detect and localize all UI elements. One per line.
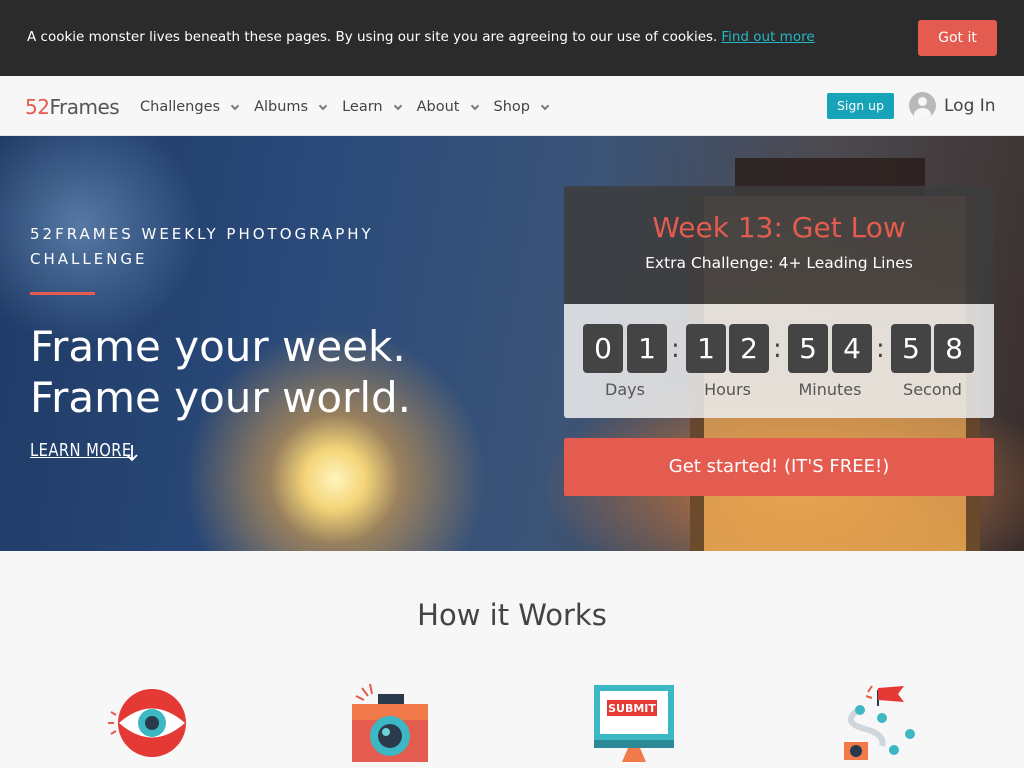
countdown-label-hours: Hours — [704, 380, 751, 399]
countdown-separator: : — [876, 334, 885, 364]
countdown-separator: : — [671, 334, 680, 364]
nav-item-about[interactable]: About — [416, 99, 479, 115]
submit-screen-icon: SUBMIT — [594, 685, 674, 762]
nav-item-label: Shop — [493, 99, 530, 115]
countdown-label-seconds: Second — [903, 380, 962, 399]
countdown-digit: 0 — [583, 324, 623, 373]
nav-item-learn[interactable]: Learn — [342, 99, 402, 115]
login-label: Log In — [944, 95, 996, 116]
hero-tagline-line-2: Frame your world. — [30, 373, 411, 422]
challenge-header: Week 13: Get Low Extra Challenge: 4+ Lea… — [564, 186, 994, 304]
countdown-timer: 0 1 : 1 2 : 5 4 : 5 8 Days Hours Minutes… — [564, 304, 994, 418]
countdown-digit: 2 — [729, 324, 769, 373]
cookie-find-out-more-link[interactable]: Find out more — [721, 29, 814, 45]
countdown-digit: 8 — [934, 324, 974, 373]
nav-item-albums[interactable]: Albums — [254, 99, 328, 115]
countdown-digit: 5 — [891, 324, 931, 373]
camera-icon — [352, 683, 428, 762]
arrow-down-icon — [126, 445, 138, 462]
chevron-down-icon — [540, 101, 550, 110]
learn-more-label: LEARN MORE — [30, 440, 132, 461]
journey-path-icon — [844, 685, 915, 760]
get-started-button[interactable]: Get started! (IT'S FREE!) — [564, 438, 994, 496]
nav-item-shop[interactable]: Shop — [493, 99, 550, 115]
countdown-digit: 5 — [788, 324, 828, 373]
hero-divider — [30, 292, 95, 295]
cookie-banner: A cookie monster lives beneath these pag… — [0, 0, 1024, 76]
cookie-message: A cookie monster lives beneath these pag… — [27, 29, 815, 45]
challenge-panel: Week 13: Get Low Extra Challenge: 4+ Lea… — [564, 186, 994, 418]
nav-menu: Challenges Albums Learn About Shop — [140, 99, 564, 115]
countdown-digit: 1 — [686, 324, 726, 373]
hero-tagline-line-1: Frame your week. — [30, 322, 406, 371]
chevron-down-icon — [470, 101, 479, 110]
extra-challenge: Extra Challenge: 4+ Leading Lines — [645, 254, 913, 272]
submit-icon-label: SUBMIT — [608, 702, 656, 715]
countdown-label-minutes: Minutes — [798, 380, 862, 399]
site-logo[interactable]: 52Frames — [25, 95, 120, 119]
chevron-down-icon — [393, 101, 402, 110]
hero-section: 52FRAMES WEEKLY PHOTOGRAPHY CHALLENGE Fr… — [0, 136, 1024, 551]
nav-item-label: Learn — [342, 99, 383, 115]
logo-number: 52 — [25, 95, 50, 119]
cookie-accept-button[interactable]: Got it — [918, 20, 997, 56]
logo-word: Frames — [49, 95, 120, 119]
user-avatar-icon — [909, 92, 936, 119]
countdown-digit: 4 — [832, 324, 872, 373]
hero-tagline: Frame your week. Frame your world. — [30, 321, 411, 423]
chevron-down-icon — [318, 101, 328, 110]
countdown-separator: : — [773, 334, 782, 364]
login-link[interactable]: Log In — [909, 92, 996, 119]
week-title: Week 13: Get Low — [652, 211, 906, 244]
hero-eyebrow: 52FRAMES WEEKLY PHOTOGRAPHY CHALLENGE — [30, 225, 374, 268]
main-nav: 52Frames Challenges Albums Learn About S… — [0, 76, 1024, 136]
how-it-works-title: How it Works — [417, 598, 607, 632]
nav-item-label: Challenges — [140, 99, 221, 115]
countdown-label-days: Days — [605, 380, 645, 399]
chevron-down-icon — [230, 101, 240, 110]
cookie-message-text: A cookie monster lives beneath these pag… — [27, 29, 718, 45]
learn-more-link[interactable]: LEARN MORE — [30, 440, 154, 462]
countdown-digit: 1 — [627, 324, 667, 373]
nav-item-label: Albums — [254, 99, 309, 115]
signup-button[interactable]: Sign up — [827, 93, 894, 119]
nav-item-challenges[interactable]: Challenges — [140, 99, 240, 115]
nav-item-label: About — [416, 99, 460, 115]
eye-icon — [108, 689, 186, 757]
